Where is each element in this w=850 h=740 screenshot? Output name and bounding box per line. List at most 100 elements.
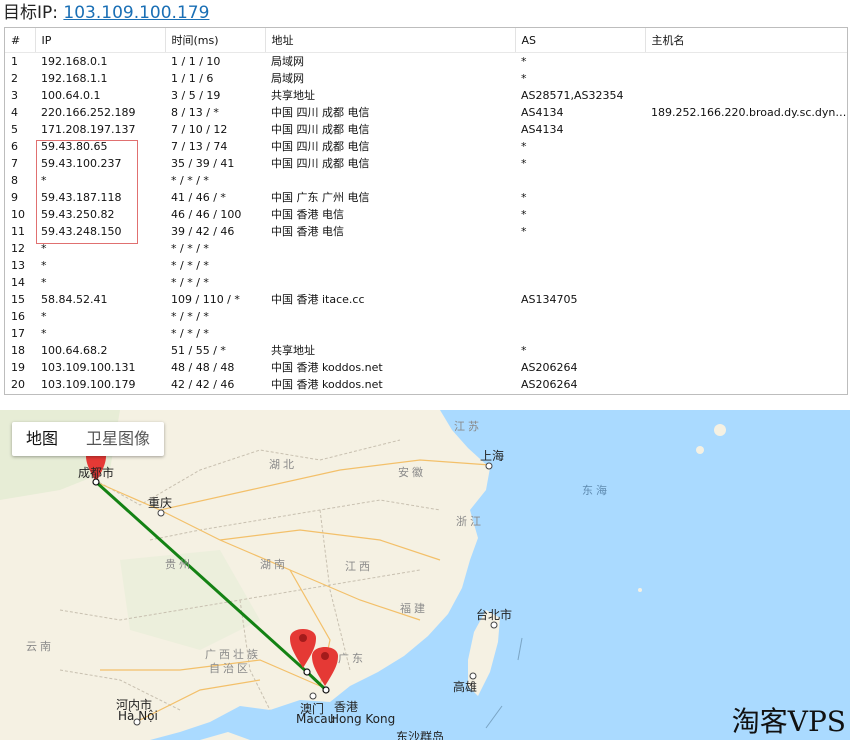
province-label: 江苏 xyxy=(454,420,482,433)
province-label: 自治区 xyxy=(209,662,251,675)
city-label[interactable]: 高雄 xyxy=(453,678,477,695)
city-label[interactable]: 东沙群岛 xyxy=(396,728,444,740)
column-header-time[interactable]: 时间(ms) xyxy=(165,28,266,53)
table-row[interactable]: 3 100.64.0.1 3 / 5 / 19 共享地址 AS28571,AS32354 xyxy=(5,87,847,104)
hop-hostname xyxy=(645,240,847,257)
hop-ip: * xyxy=(41,174,47,187)
sea-label: 东海 xyxy=(582,484,610,497)
table-row[interactable]: 18 100.64.68.2 51 / 55 / * 共享地址 * xyxy=(5,342,847,359)
map-type-satellite-button[interactable]: 卫星图像 xyxy=(72,422,164,456)
target-ip-link[interactable]: 103.109.100.179 xyxy=(63,3,209,23)
province-label: 湖南 xyxy=(260,558,288,571)
hop-as xyxy=(515,172,645,189)
hop-as: * xyxy=(521,208,527,221)
hop-ip: 171.208.197.137 xyxy=(41,123,136,136)
hop-index: 7 xyxy=(11,157,18,170)
table-header-row: # IP 时间(ms) 地址 AS 主机名 xyxy=(5,28,847,53)
hop-as: * xyxy=(521,225,527,238)
hop-address: 中国 香港 电信 xyxy=(271,225,344,238)
hop-address: 局域网 xyxy=(271,72,304,85)
column-header-index[interactable]: # xyxy=(5,28,36,53)
hop-time: * / * / * xyxy=(171,310,209,323)
route-map[interactable]: 地图 卫星图像 江苏 湖北 安徽 浙江 湖南 江西 贵州 福建 广西壮族 自治区… xyxy=(0,410,850,740)
hop-address: 中国 广东 广州 电信 xyxy=(271,191,370,204)
hop-as xyxy=(515,274,645,291)
table-row[interactable]: 13 * * / * / * xyxy=(5,257,847,274)
map-canvas[interactable] xyxy=(0,410,850,740)
hop-time: 3 / 5 / 19 xyxy=(171,89,221,102)
hop-index: 2 xyxy=(11,72,18,85)
province-label: 江西 xyxy=(345,560,373,573)
city-label[interactable]: 成都市 xyxy=(78,464,114,481)
target-ip-label: 目标IP: xyxy=(3,3,58,23)
table-row[interactable]: 6 59.43.80.65 7 / 13 / 74 中国 四川 成都 电信 * xyxy=(5,138,847,155)
hop-as: AS206264 xyxy=(521,378,578,391)
hop-index: 11 xyxy=(11,225,25,238)
hop-time: 7 / 10 / 12 xyxy=(171,123,228,136)
hop-ip: 59.43.250.82 xyxy=(41,208,115,221)
table-row[interactable]: 8 * * / * / * xyxy=(5,172,847,189)
column-header-hostname[interactable]: 主机名 xyxy=(645,28,847,53)
hop-ip: 100.64.68.2 xyxy=(41,344,108,357)
hop-index: 9 xyxy=(11,191,18,204)
hop-hostname xyxy=(645,325,847,342)
hop-address: 中国 四川 成都 电信 xyxy=(271,123,370,136)
table-row[interactable]: 7 59.43.100.237 35 / 39 / 41 中国 四川 成都 电信 * xyxy=(5,155,847,172)
hop-hostname xyxy=(645,53,847,71)
column-header-as[interactable]: AS xyxy=(515,28,646,53)
city-label[interactable]: Hà Nội xyxy=(118,709,158,723)
province-label: 贵州 xyxy=(165,558,193,571)
table-row[interactable]: 12 * * / * / * xyxy=(5,240,847,257)
city-label[interactable]: Hong Kong xyxy=(330,712,395,726)
hainan-land xyxy=(200,732,250,740)
table-row[interactable]: 14 * * / * / * xyxy=(5,274,847,291)
hop-time: * / * / * xyxy=(171,242,209,255)
table-row[interactable]: 15 58.84.52.41 109 / 110 / * 中国 香港 itace.cc… xyxy=(5,291,847,308)
table-row[interactable]: 11 59.43.248.150 39 / 42 / 46 中国 香港 电信 * xyxy=(5,223,847,240)
hop-address xyxy=(265,257,515,274)
city-label[interactable]: 重庆 xyxy=(148,494,172,511)
hop-ip: * xyxy=(41,242,47,255)
map-type-map-button[interactable]: 地图 xyxy=(12,422,72,456)
hop-address: 中国 四川 成都 电信 xyxy=(271,140,370,153)
hop-address: 共享地址 xyxy=(271,344,315,357)
hop-index: 14 xyxy=(11,276,25,289)
table-row[interactable]: 17 * * / * / * xyxy=(5,325,847,342)
hop-index: 3 xyxy=(11,89,18,102)
hop-hostname xyxy=(645,138,847,155)
hop-time: 7 / 13 / 74 xyxy=(171,140,228,153)
hop-hostname xyxy=(645,155,847,172)
table-row[interactable]: 9 59.43.187.118 41 / 46 / * 中国 广东 广州 电信 * xyxy=(5,189,847,206)
table-row[interactable]: 20 103.109.100.179 42 / 42 / 46 中国 香港 koddo… xyxy=(5,376,847,393)
traceroute-table-panel: # IP 时间(ms) 地址 AS 主机名 1 192.168.0.1 1 / 1 … xyxy=(4,27,848,395)
city-label[interactable]: 上海 xyxy=(480,447,504,464)
hop-index: 18 xyxy=(11,344,25,357)
table-row[interactable]: 5 171.208.197.137 7 / 10 / 12 中国 四川 成都 电信 AS… xyxy=(5,121,847,138)
hop-ip: 59.43.187.118 xyxy=(41,191,122,204)
hop-ip: 220.166.252.189 xyxy=(41,106,136,119)
city-label[interactable]: 台北市 xyxy=(476,606,512,623)
hop-as xyxy=(515,308,645,325)
table-row[interactable]: 19 103.109.100.131 48 / 48 / 48 中国 香港 koddo… xyxy=(5,359,847,376)
table-row[interactable]: 2 192.168.1.1 1 / 1 / 6 局域网 * xyxy=(5,70,847,87)
hop-address: 局域网 xyxy=(271,55,304,68)
hop-time: 42 / 42 / 46 xyxy=(171,378,235,391)
hop-time: * / * / * xyxy=(171,327,209,340)
column-header-address[interactable]: 地址 xyxy=(265,28,516,53)
hop-as: * xyxy=(521,344,527,357)
table-row[interactable]: 16 * * / * / * xyxy=(5,308,847,325)
hop-index: 4 xyxy=(11,106,18,119)
table-row[interactable]: 4 220.166.252.189 8 / 13 / * 中国 四川 成都 电信 AS4… xyxy=(5,104,848,121)
hop-address: 中国 四川 成都 电信 xyxy=(271,106,370,119)
column-header-ip[interactable]: IP xyxy=(35,28,166,53)
hop-as: * xyxy=(521,55,527,68)
hop-time: * / * / * xyxy=(171,259,209,272)
table-row[interactable]: 1 192.168.0.1 1 / 1 / 10 局域网 * xyxy=(5,53,847,71)
map-type-control: 地图 卫星图像 xyxy=(12,422,165,456)
hop-address: 中国 四川 成都 电信 xyxy=(271,157,370,170)
hop-as: AS4134 xyxy=(521,123,564,136)
table-row[interactable]: 10 59.43.250.82 46 / 46 / 100 中国 香港 电信 * xyxy=(5,206,847,223)
hop-as: AS28571,AS32354 xyxy=(521,89,624,102)
hop-hostname: 189.252.166.220.broad.dy.sc.dyna... xyxy=(651,106,848,119)
hop-time: 1 / 1 / 10 xyxy=(171,55,221,68)
